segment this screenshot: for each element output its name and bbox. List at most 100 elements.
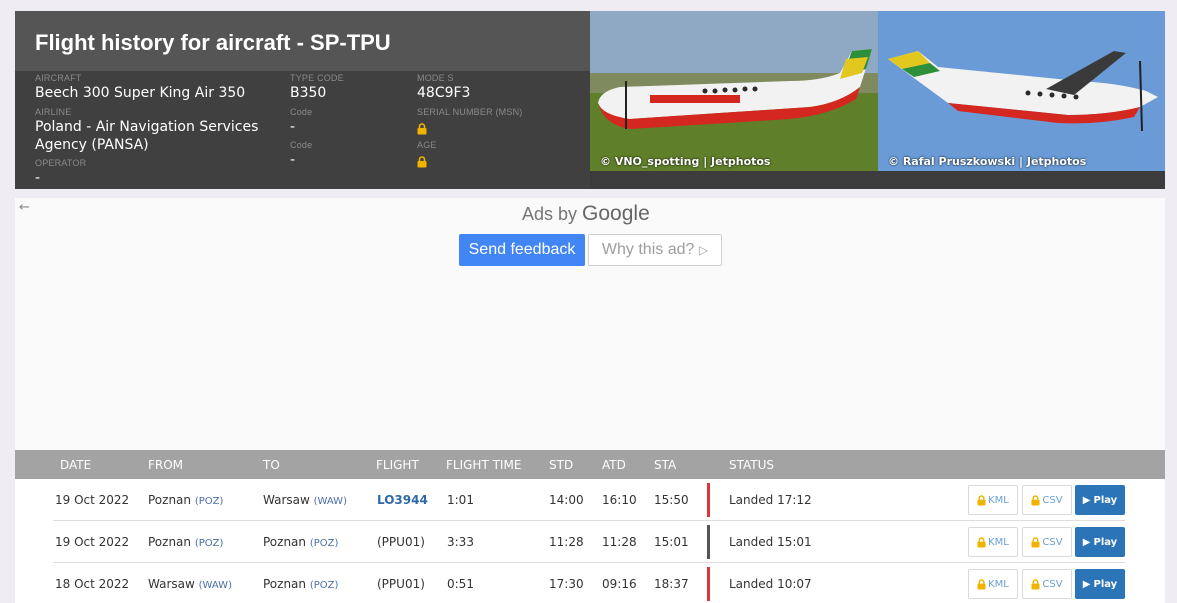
airline-label: AIRLINE — [35, 107, 72, 117]
table-row[interactable]: 19 Oct 2022 Poznan (POZ) Warsaw (WAW) LO… — [15, 479, 1165, 521]
operator-label: OPERATOR — [35, 158, 87, 168]
play-button[interactable]: ▶ Play — [1075, 485, 1125, 515]
from-city: Warsaw — [148, 577, 195, 591]
operator-code-field: Code - — [290, 140, 312, 169]
status-indicator — [707, 525, 710, 559]
csv-button[interactable]: CSV — [1022, 485, 1072, 515]
table-row[interactable]: 18 Oct 2022 Warsaw (WAW) Poznan (POZ) (P… — [15, 563, 1165, 603]
to-airport-code[interactable]: (WAW) — [314, 496, 347, 507]
lock-icon[interactable] — [417, 120, 427, 139]
csv-button[interactable]: CSV — [1022, 569, 1072, 599]
from-airport-code[interactable]: (POZ) — [195, 496, 224, 507]
flight-callsign-cell: (PPU01) — [377, 577, 425, 591]
atd-cell: 09:16 — [602, 577, 637, 591]
status-cell: Landed 17:12 — [729, 493, 812, 507]
play-button[interactable]: ▶ Play — [1075, 569, 1125, 599]
photo-credit[interactable]: © VNO_spotting | Jetphotos — [600, 155, 770, 168]
type-code-field: TYPE CODE B350 — [290, 73, 344, 102]
to-cell: Poznan (POZ) — [263, 535, 338, 549]
column-header-sta: STA — [654, 458, 677, 472]
play-button[interactable]: ▶ Play — [1075, 527, 1125, 557]
kml-button[interactable]: KML — [968, 569, 1018, 599]
lock-icon — [977, 536, 986, 548]
atd-cell: 16:10 — [602, 493, 637, 507]
title-bar: Flight history for aircraft - SP-TPU — [15, 11, 590, 71]
column-header-date: DATE — [60, 458, 92, 472]
sta-cell: 15:50 — [654, 493, 689, 507]
airline-field: AIRLINE Poland - Air Navigation Services… — [35, 107, 265, 154]
why-this-ad-label: Why this ad? — [601, 241, 695, 258]
csv-button[interactable]: CSV — [1022, 527, 1072, 557]
kml-label: KML — [988, 578, 1009, 590]
lock-icon[interactable] — [417, 153, 427, 172]
column-header-std: STD — [549, 458, 574, 472]
to-airport-code[interactable]: (POZ) — [310, 580, 339, 591]
from-city: Poznan — [148, 535, 192, 549]
to-city: Poznan — [263, 535, 307, 549]
status-cell: Landed 10:07 — [729, 577, 812, 591]
aircraft-value: Beech 300 Super King Air 350 — [35, 85, 246, 101]
column-header-flight: FLIGHT — [376, 458, 419, 472]
ads-by-google: Ads by Google — [522, 202, 650, 226]
play-label: Play — [1093, 536, 1118, 548]
std-cell: 17:30 — [549, 577, 584, 591]
status-cell: Landed 15:01 — [729, 535, 812, 549]
aircraft-photo-1-image — [590, 11, 878, 171]
operator-code-label: Code — [290, 140, 313, 150]
from-airport-code[interactable]: (POZ) — [195, 538, 224, 549]
arrow-left-icon[interactable]: ← — [19, 200, 30, 215]
std-cell: 14:00 — [549, 493, 584, 507]
flight-time-cell: 1:01 — [447, 493, 474, 507]
to-city: Warsaw — [263, 493, 310, 507]
column-header-flight-time: FLIGHT TIME — [446, 458, 522, 472]
operator-field: OPERATOR - — [35, 158, 265, 187]
airline-value: Poland - Air Navigation Services Agency … — [35, 119, 259, 153]
serial-number-field: SERIAL NUMBER (MSN) — [417, 107, 522, 139]
status-indicator — [707, 567, 710, 601]
sta-cell: 18:37 — [654, 577, 689, 591]
csv-label: CSV — [1042, 494, 1063, 506]
mode-s-field: MODE S 48C9F3 — [417, 73, 470, 102]
play-icon: ▶ — [1082, 494, 1091, 506]
aircraft-field: AIRCRAFT Beech 300 Super King Air 350 — [35, 73, 285, 102]
std-cell: 11:28 — [549, 535, 584, 549]
ad-container: ← Ads by Google Send feedback Why this a… — [15, 198, 1165, 450]
from-airport-code[interactable]: (WAW) — [199, 580, 232, 591]
serial-number-label: SERIAL NUMBER (MSN) — [417, 107, 523, 117]
date-cell: 19 Oct 2022 — [55, 493, 130, 507]
aircraft-label: AIRCRAFT — [35, 73, 82, 83]
operator-value: - — [35, 170, 41, 186]
lock-icon — [977, 578, 986, 590]
kml-button[interactable]: KML — [968, 527, 1018, 557]
aircraft-photo-1[interactable]: © VNO_spotting | Jetphotos — [590, 11, 878, 171]
table-row[interactable]: 19 Oct 2022 Poznan (POZ) Poznan (POZ) (P… — [15, 521, 1165, 563]
ads-by-label: Ads by — [522, 204, 578, 224]
from-cell: Poznan (POZ) — [148, 535, 223, 549]
to-cell: Poznan (POZ) — [263, 577, 338, 591]
lock-icon — [1031, 494, 1040, 506]
play-label: Play — [1093, 578, 1118, 590]
flight-callsign-cell: (PPU01) — [377, 535, 425, 549]
send-feedback-button[interactable]: Send feedback — [459, 234, 585, 266]
photo-credit[interactable]: © Rafal Pruszkowski | Jetphotos — [888, 155, 1086, 168]
flight-time-cell: 0:51 — [447, 577, 474, 591]
to-airport-code[interactable]: (POZ) — [310, 538, 339, 549]
flight-number-link[interactable]: LO3944 — [377, 493, 428, 507]
flight-time-cell: 3:33 — [447, 535, 474, 549]
kml-label: KML — [988, 536, 1009, 548]
kml-button[interactable]: KML — [968, 485, 1018, 515]
date-cell: 18 Oct 2022 — [55, 577, 130, 591]
kml-label: KML — [988, 494, 1009, 506]
lock-icon — [1031, 578, 1040, 590]
lock-icon — [977, 494, 986, 506]
mode-s-value: 48C9F3 — [417, 85, 471, 101]
aircraft-photo-2[interactable]: © Rafal Pruszkowski | Jetphotos — [878, 11, 1165, 171]
mode-s-label: MODE S — [417, 73, 454, 83]
sta-cell: 15:01 — [654, 535, 689, 549]
why-this-ad-button[interactable]: Why this ad? ▷ — [588, 234, 722, 266]
atd-cell: 11:28 — [602, 535, 637, 549]
column-header-from: FROM — [148, 458, 184, 472]
table-header: DATE FROM TO FLIGHT FLIGHT TIME STD ATD … — [15, 450, 1165, 479]
to-cell: Warsaw (WAW) — [263, 493, 347, 507]
flight-history-table: 19 Oct 2022 Poznan (POZ) Warsaw (WAW) LO… — [15, 479, 1165, 603]
